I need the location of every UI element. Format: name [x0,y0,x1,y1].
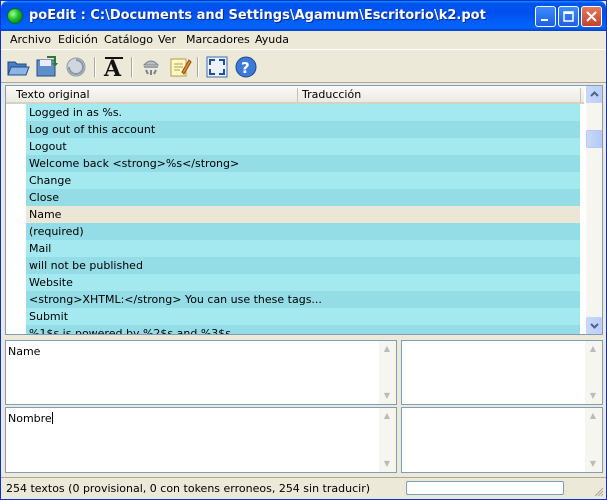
chevron-up-icon: ▲ [383,344,391,353]
chevron-down-icon: ▼ [589,391,597,400]
list-item[interactable]: Logout [26,138,580,155]
list-item[interactable]: Log out of this account [26,121,580,138]
list-item[interactable]: Welcome back <strong>%s</strong> [26,155,580,172]
translation-input[interactable]: Nombre [8,412,52,425]
save-icon [36,56,58,77]
list-vertical-scrollbar[interactable] [586,86,602,334]
translation-scrollbar[interactable]: ▲ ▼ [379,408,396,472]
resize-grip-icon[interactable] [593,486,604,497]
list-header: Texto original Traducción [6,86,584,104]
source-comment-pane[interactable]: ▲ ▼ [401,340,603,405]
source-scrollbar[interactable]: ▲ ▼ [379,341,396,404]
chevron-down-icon: ▼ [383,391,391,400]
validate-button[interactable] [138,54,164,80]
chevron-down-icon [590,323,599,329]
poedit-window: poEdit : C:\Documents and Settings\Agamu… [0,0,607,500]
comment-icon [170,58,192,77]
translation-pane[interactable]: Nombre ▲ ▼ [5,407,397,473]
toolbar: A ? [1,51,606,83]
list-item[interactable]: %1$s is powered by %2$s and %3$s [26,325,580,334]
chevron-down-icon: ▼ [589,459,597,468]
open-folder-icon [7,61,30,76]
maximize-button[interactable] [558,6,579,27]
menu-ayuda[interactable]: Ayuda [255,33,289,46]
scroll-up-button[interactable] [586,86,602,103]
list-item[interactable]: (required) [26,223,580,240]
list-item[interactable]: <strong>XHTML:</strong> You can use thes… [26,291,580,308]
title-bar[interactable]: poEdit : C:\Documents and Settings\Agamu… [1,1,606,31]
column-header-original[interactable]: Texto original [16,88,90,101]
catalog-list[interactable]: Texto original Traducción Logged in as %… [5,85,603,335]
chevron-down-icon: ▼ [383,459,391,468]
comment-button[interactable] [167,54,193,80]
status-bar: 254 textos (0 provisional, 0 con tokens … [1,477,606,499]
menu-catalogo[interactable]: Catálogo [104,33,153,46]
save-button[interactable] [34,54,60,80]
text-caret [51,412,53,424]
font-button[interactable]: A [101,54,127,80]
scroll-thumb[interactable] [586,130,602,148]
fullscreen-button[interactable] [204,54,230,80]
close-icon [586,11,597,22]
translation-progress-bar [406,481,564,495]
window-title: poEdit : C:\Documents and Settings\Agamu… [29,8,486,23]
menu-archivo[interactable]: Archivo [10,33,51,46]
chevron-up-icon: ▲ [589,344,597,353]
list-item[interactable]: Name [26,206,580,223]
validate-icon [142,60,160,75]
chevron-up-icon: ▲ [383,411,391,420]
source-text: Name [8,345,41,358]
font-icon: A [103,56,123,79]
menu-ver[interactable]: Ver [158,33,176,46]
svg-text:A: A [103,56,122,79]
column-header-translation[interactable]: Traducción [302,88,361,101]
list-item[interactable]: Close [26,189,580,206]
poedit-app-icon [7,8,23,24]
list-item[interactable]: Submit [26,308,580,325]
minimize-icon [541,19,548,21]
chevron-up-icon [590,91,599,97]
svg-text:?: ? [241,59,250,77]
status-text: 254 textos (0 provisional, 0 con tokens … [6,482,371,495]
fullscreen-icon [206,56,228,78]
list-item[interactable]: Logged in as %s. [26,104,580,121]
help-icon: ? [235,56,257,78]
minimize-button[interactable] [535,6,556,27]
list-item[interactable]: Mail [26,240,580,257]
scroll-down-button[interactable] [586,317,602,334]
list-item[interactable]: Change [26,172,580,189]
maximize-icon [563,11,574,22]
help-button[interactable]: ? [233,54,259,80]
menu-edicion[interactable]: Edición [58,33,98,46]
update-catalog-icon [66,57,86,77]
menu-bar: Archivo Edición Catálogo Ver Marcadores … [1,31,606,50]
comment-scrollbar[interactable]: ▲ ▼ [585,341,602,404]
open-button[interactable] [5,54,31,80]
close-button[interactable] [581,6,602,27]
source-text-pane[interactable]: Name ▲ ▼ [5,340,397,405]
translation-comment-pane[interactable]: ▲ ▼ [401,407,603,473]
list-item[interactable]: will not be published [26,257,580,274]
list-item[interactable]: Website [26,274,580,291]
chevron-up-icon: ▲ [589,411,597,420]
menu-marcadores[interactable]: Marcadores [186,33,250,46]
update-catalog-button[interactable] [63,54,89,80]
translation-comment-scrollbar[interactable]: ▲ ▼ [585,408,602,472]
